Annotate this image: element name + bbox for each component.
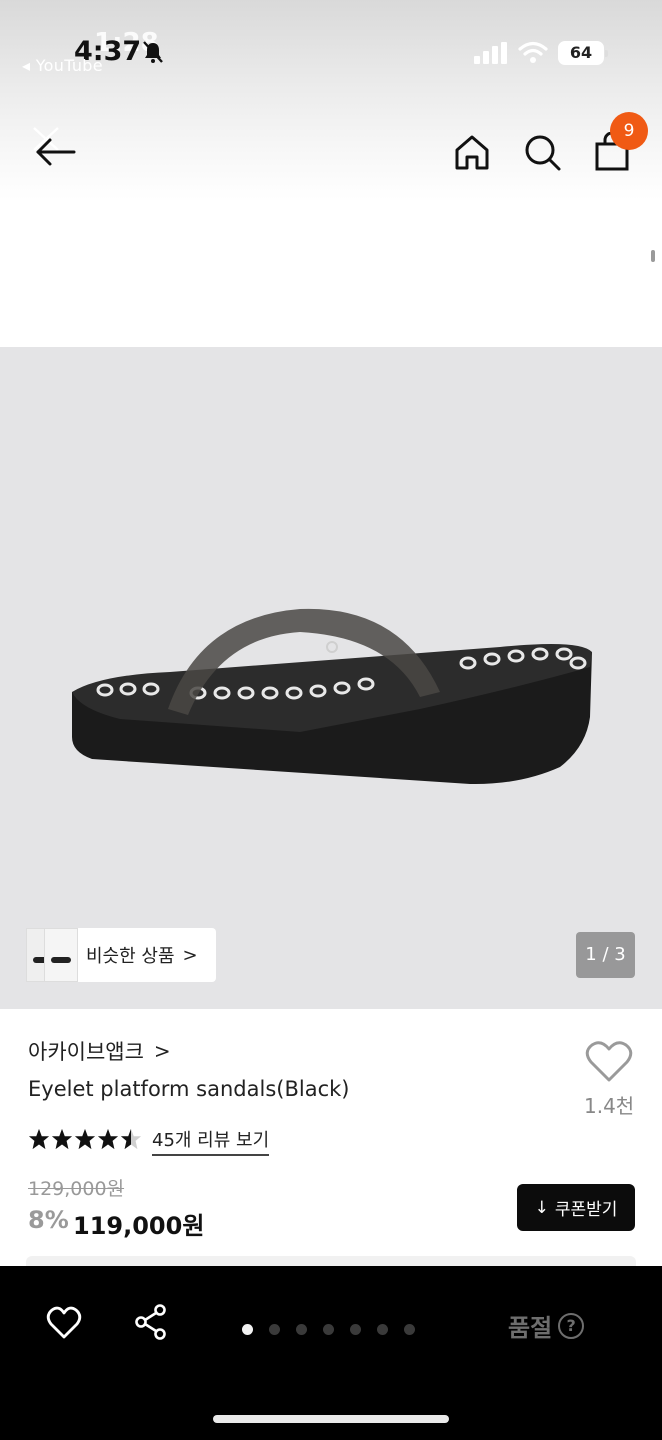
home-icon[interactable] (452, 132, 492, 172)
bottom-action-bar (0, 1266, 662, 1440)
star-full-icon (51, 1128, 73, 1150)
wishlist-count: 1.4천 (584, 1094, 635, 1118)
battery-indicator: 64 (558, 41, 608, 65)
cellular-signal-icon (474, 42, 507, 64)
wifi-icon (518, 41, 548, 63)
bell-muted-icon (143, 41, 163, 63)
scroll-indicator (651, 250, 655, 262)
coupon-download-button[interactable]: ↓ 쿠폰받기 (517, 1184, 635, 1231)
page-dot (377, 1324, 388, 1335)
chevron-right-icon: > (153, 1039, 171, 1063)
page-dots (242, 1324, 415, 1335)
share-icon[interactable] (134, 1304, 168, 1340)
discount-rate: 8% (28, 1206, 69, 1234)
page-dot (242, 1324, 253, 1335)
back-arrow-icon[interactable] (28, 120, 80, 172)
similar-products-thumbnails (26, 928, 86, 982)
section-divider (26, 1256, 636, 1266)
coupon-label: 쿠폰받기 (554, 1200, 618, 1220)
back-to-youtube-link[interactable]: ◂ YouTube (22, 56, 103, 75)
sold-out-label: 품절 (508, 1314, 553, 1342)
original-price: 129,000원 (28, 1178, 125, 1200)
similar-products-label: 비슷한 상품 (86, 946, 175, 967)
product-image-gallery[interactable] (0, 347, 662, 1009)
star-full-icon (28, 1128, 50, 1150)
page-dot (296, 1324, 307, 1335)
page-dot (350, 1324, 361, 1335)
sold-out-indicator: 품절 ? (508, 1308, 585, 1343)
brand-link[interactable]: 아카이브앱크 > (28, 1036, 171, 1066)
search-icon[interactable] (522, 132, 562, 172)
page-dot (323, 1324, 334, 1335)
sandal-illustration (72, 608, 592, 785)
page-dot (404, 1324, 415, 1335)
product-title: Eyelet platform sandals(Black) (28, 1077, 350, 1101)
download-icon: ↓ (534, 1197, 549, 1218)
home-indicator[interactable] (213, 1415, 449, 1423)
similar-products-button[interactable]: 비슷한 상품 > (26, 928, 216, 982)
star-full-icon (97, 1128, 119, 1150)
sale-price: 119,000원 (73, 1212, 205, 1240)
star-full-icon (74, 1128, 96, 1150)
page-dot (269, 1324, 280, 1335)
brand-name: 아카이브앱크 (28, 1040, 144, 1064)
chevron-right-icon: > (182, 944, 198, 966)
wishlist-heart-icon[interactable] (584, 1040, 634, 1084)
reviews-link[interactable]: 45개 리뷰 보기 (152, 1126, 270, 1156)
similar-thumb (44, 928, 78, 982)
help-icon[interactable]: ? (558, 1312, 585, 1339)
cart-count-badge: 9 (610, 112, 648, 150)
rating-stars (28, 1126, 143, 1152)
heart-icon[interactable] (46, 1306, 82, 1340)
star-half-icon (120, 1128, 142, 1150)
image-page-indicator: 1 / 3 (576, 932, 635, 978)
